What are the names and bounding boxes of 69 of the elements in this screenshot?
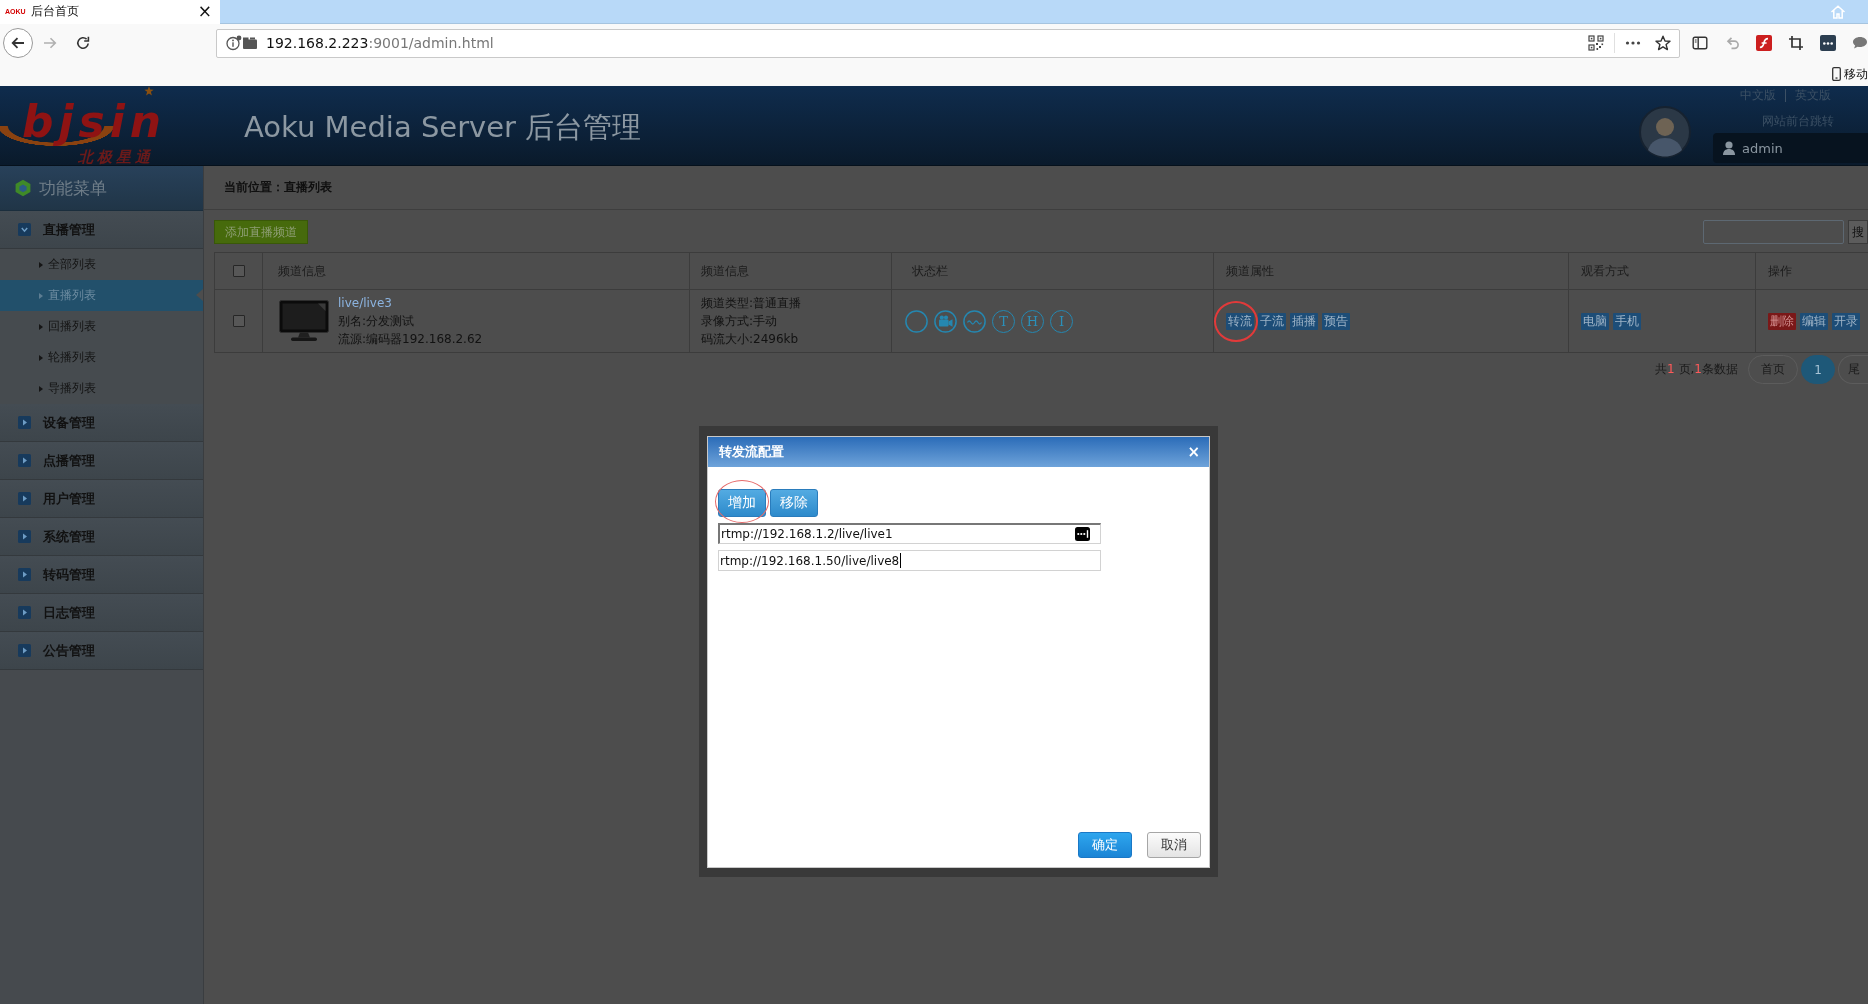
- select-all-checkbox[interactable]: [232, 265, 245, 277]
- app-title: Aoku Media Server 后台管理: [244, 108, 642, 146]
- bullet-triangle-icon: [39, 385, 43, 392]
- property-tag[interactable]: 子流: [1258, 312, 1286, 330]
- menu-group[interactable]: 日志管理: [0, 594, 203, 632]
- property-tag[interactable]: 预告: [1322, 312, 1350, 330]
- search-field[interactable]: [1703, 220, 1844, 244]
- row-checkbox[interactable]: [232, 315, 245, 327]
- folder-icon: [242, 35, 258, 51]
- cancel-button[interactable]: 取消: [1147, 832, 1201, 858]
- avatar-icon: [1639, 106, 1691, 158]
- camera-status-icon: [934, 309, 957, 333]
- row-action[interactable]: 编辑: [1800, 312, 1828, 330]
- address-bar[interactable]: 192.168.2.223:9001/admin.html: [216, 28, 1680, 58]
- menu-group[interactable]: 系统管理: [0, 518, 203, 556]
- circle-status-icon: [905, 309, 928, 333]
- dots-square-icon[interactable]: [1820, 35, 1836, 51]
- breadcrumb-text: 当前位置：直播列表: [224, 179, 332, 196]
- page-button[interactable]: 1: [1801, 355, 1835, 384]
- menu-group[interactable]: 用户管理: [0, 480, 203, 518]
- qr-code-icon[interactable]: [1588, 35, 1604, 51]
- flash-plugin-icon[interactable]: [1756, 35, 1772, 51]
- close-button[interactable]: ×: [1187, 444, 1200, 460]
- user-icon: [1723, 141, 1735, 155]
- menu-item[interactable]: 直播列表: [0, 280, 203, 311]
- wave-status-icon: [963, 309, 986, 333]
- menu-group[interactable]: 设备管理: [0, 404, 203, 442]
- reload-icon[interactable]: [75, 35, 91, 51]
- dialog-title: 转发流配置: [719, 443, 784, 461]
- bullet-triangle-icon: [39, 292, 43, 299]
- dots-square-icon[interactable]: [1075, 527, 1090, 541]
- add-channel-button[interactable]: 添加直播频道: [214, 220, 308, 244]
- mobile-phone-icon: [1832, 67, 1841, 81]
- row-action[interactable]: 开录: [1832, 312, 1860, 330]
- stream-url-field[interactable]: rtmp://192.168.1.50/live/live8: [718, 550, 1101, 571]
- monitor-icon: [278, 299, 330, 343]
- property-tag[interactable]: 转流: [1226, 312, 1254, 330]
- menu-group[interactable]: 直播管理: [0, 211, 203, 249]
- star-icon: [144, 86, 154, 96]
- delete-action[interactable]: 删除: [1768, 312, 1796, 330]
- sidebar-panel-icon[interactable]: [1692, 35, 1708, 51]
- menu-header: 功能菜单: [0, 166, 203, 211]
- channel-link[interactable]: live/live3: [338, 294, 483, 312]
- bullet-triangle-icon: [39, 354, 43, 361]
- stream-url-field[interactable]: rtmp://192.168.1.2/live/live1: [718, 523, 1101, 544]
- menu-group[interactable]: 点播管理: [0, 442, 203, 480]
- menu-group[interactable]: 转码管理: [0, 556, 203, 594]
- info-icon[interactable]: [226, 35, 242, 51]
- crop-icon[interactable]: [1788, 35, 1804, 51]
- logo-tagline: 北极星通: [78, 149, 154, 165]
- viewing-tag[interactable]: 电脑: [1581, 312, 1609, 330]
- bullet-triangle-icon: [39, 323, 43, 330]
- property-tag[interactable]: 插播: [1290, 312, 1318, 330]
- user-bar[interactable]: admin: [1713, 133, 1868, 163]
- back-arrow-icon: [10, 35, 26, 51]
- bookmark-item[interactable]: 移动: [1832, 65, 1868, 83]
- search-button[interactable]: 搜: [1848, 220, 1868, 244]
- address-text[interactable]: 192.168.2.223:9001/admin.html: [266, 35, 494, 51]
- chat-bubble-icon[interactable]: [1852, 35, 1868, 51]
- tab-close-button[interactable]: ×: [197, 3, 212, 20]
- viewing-tag[interactable]: 手机: [1613, 312, 1641, 330]
- back-button[interactable]: [3, 28, 33, 58]
- dialog-action-button[interactable]: 移除: [770, 489, 818, 517]
- bookmark-star-icon[interactable]: [1655, 35, 1671, 51]
- hexagon-icon: [14, 179, 32, 197]
- bullet-triangle-icon: [39, 261, 43, 268]
- dialog-action-button[interactable]: 增加: [718, 489, 766, 517]
- confirm-button[interactable]: 确定: [1078, 832, 1132, 858]
- menu-group[interactable]: 公告管理: [0, 632, 203, 670]
